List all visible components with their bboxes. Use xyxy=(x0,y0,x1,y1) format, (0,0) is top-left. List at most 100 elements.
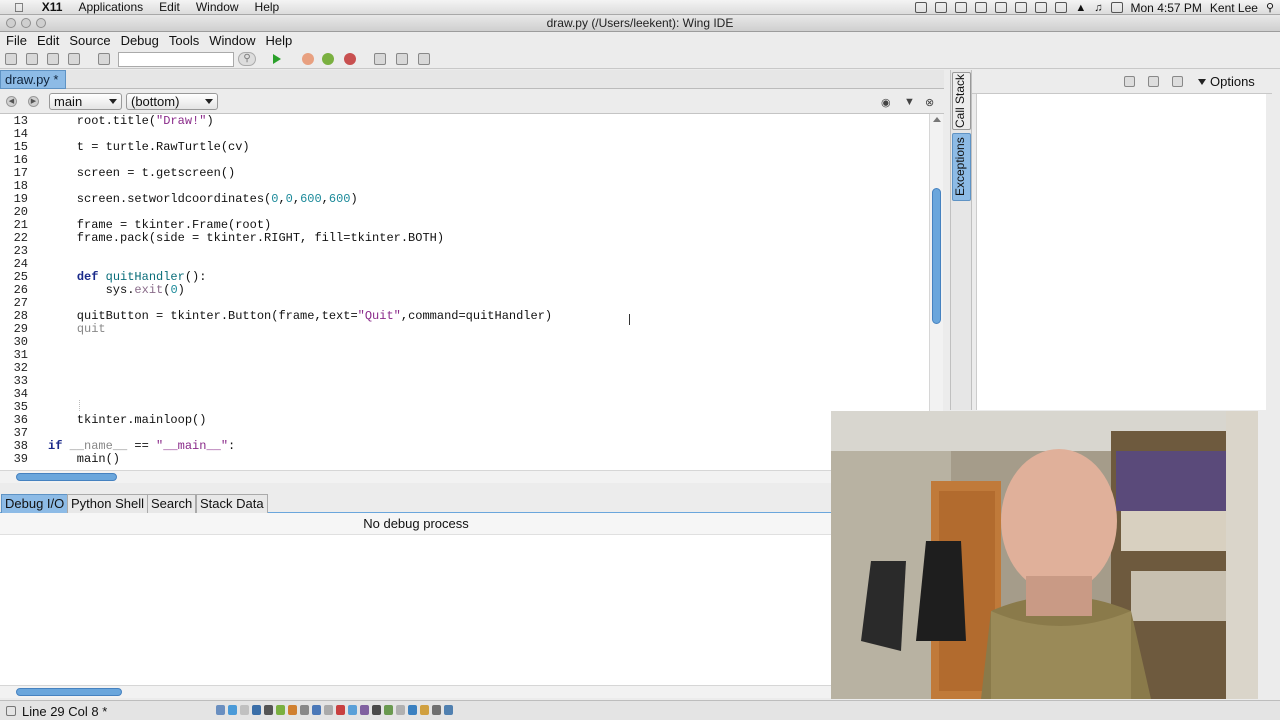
scroll-thumb[interactable] xyxy=(16,688,122,696)
apple-icon[interactable]:  xyxy=(0,0,34,15)
screen-share-icon[interactable] xyxy=(935,2,948,13)
code-line[interactable]: main() xyxy=(48,453,120,466)
tab-draw-py[interactable]: draw.py * xyxy=(0,70,66,89)
options-button[interactable]: Options xyxy=(1198,74,1255,89)
dock-app-icon[interactable] xyxy=(432,705,441,715)
tab-exceptions[interactable]: Exceptions xyxy=(952,133,971,201)
dock-app-icon[interactable] xyxy=(336,705,345,715)
mac-menu-window[interactable]: Window xyxy=(188,0,247,15)
battery-icon[interactable] xyxy=(1110,2,1123,13)
dock-app-icon[interactable] xyxy=(360,705,369,715)
step-over-icon[interactable] xyxy=(396,53,408,65)
code-line[interactable]: frame.pack(side = tkinter.RIGHT, fill=tk… xyxy=(48,232,444,245)
record-icon[interactable] xyxy=(344,53,356,65)
window-titlebar: draw.py (/Users/leekent): Wing IDE xyxy=(0,15,1280,32)
mac-menu-help[interactable]: Help xyxy=(247,0,288,15)
time-machine-icon[interactable] xyxy=(1055,2,1068,13)
dock-app-icon[interactable] xyxy=(420,705,429,715)
code-editor[interactable]: 13 14 15 16 17 18 19 20 21 22 23 24 25 26 27 28 29 30 31 32… xyxy=(0,114,929,470)
code-line[interactable]: screen = t.getscreen() xyxy=(48,167,235,180)
camera-icon[interactable] xyxy=(915,2,928,13)
search-icon[interactable]: ⚲ xyxy=(238,52,256,66)
compass-icon[interactable] xyxy=(995,2,1008,13)
tab-call-stack[interactable]: Call Stack xyxy=(952,72,971,130)
menu-edit[interactable]: Edit xyxy=(31,32,63,49)
scroll-up-icon[interactable] xyxy=(933,117,941,122)
dock-app-icon[interactable] xyxy=(240,705,249,715)
new-file-icon[interactable] xyxy=(5,53,17,65)
dock-app-icon[interactable] xyxy=(444,705,453,715)
code-line[interactable]: quit xyxy=(48,323,106,336)
scope-select[interactable]: main xyxy=(49,93,122,110)
toolbar-search-input[interactable] xyxy=(118,52,234,67)
dock-app-icon[interactable] xyxy=(264,705,273,715)
menubar-clock[interactable]: Mon 4:57 PM xyxy=(1131,1,1202,15)
status-text: Line 29 Col 8 * xyxy=(22,704,108,719)
code-line[interactable]: root.title("Draw!") xyxy=(48,115,214,128)
close-editor-icon[interactable]: ⊗ xyxy=(925,96,934,109)
stop-icon[interactable] xyxy=(1148,76,1159,87)
pin-icon[interactable] xyxy=(1124,76,1135,87)
menu-tools[interactable]: Tools xyxy=(163,32,203,49)
position-select[interactable]: (bottom) xyxy=(126,93,218,110)
dock-app-icon[interactable] xyxy=(312,705,321,715)
options-dropdown-icon[interactable]: ▼ xyxy=(904,96,915,108)
dock-app-icon[interactable] xyxy=(276,705,285,715)
run-icon[interactable] xyxy=(273,54,281,64)
code-line[interactable]: tkinter.mainloop() xyxy=(48,414,207,427)
dock-app-icon[interactable] xyxy=(408,705,417,715)
mac-menu-edit[interactable]: Edit xyxy=(151,0,188,15)
tab-search[interactable]: Search xyxy=(147,494,197,513)
scroll-thumb[interactable] xyxy=(16,473,117,481)
dock-app-icon[interactable] xyxy=(384,705,393,715)
webcam-image xyxy=(831,411,1258,699)
code-line[interactable]: quitButton = tkinter.Button(frame,text="… xyxy=(48,310,552,323)
save-all-icon[interactable] xyxy=(68,53,80,65)
dock-app-icon[interactable] xyxy=(288,705,297,715)
tab-stack-data[interactable]: Stack Data xyxy=(196,494,268,513)
mac-app-name[interactable]: X11 xyxy=(34,0,71,15)
tab-debug-io[interactable]: Debug I/O xyxy=(1,494,69,513)
dock-app-icon[interactable] xyxy=(396,705,405,715)
close-box-icon[interactable] xyxy=(975,2,988,13)
dock-app-icon[interactable] xyxy=(252,705,261,715)
step-out-icon[interactable] xyxy=(418,53,430,65)
step-into-icon[interactable] xyxy=(374,53,386,65)
volume-icon[interactable]: ♫ xyxy=(1094,2,1102,14)
forward-arrow-icon[interactable]: ▶ xyxy=(28,96,39,107)
menu-window[interactable]: Window xyxy=(203,32,259,49)
code-line[interactable]: screen.setworldcoordinates(0,0,600,600) xyxy=(48,193,358,206)
back-arrow-icon[interactable]: ◀ xyxy=(6,96,17,107)
code-line[interactable]: t = turtle.RawTurtle(cv) xyxy=(48,141,250,154)
tab-python-shell[interactable]: Python Shell xyxy=(67,494,148,513)
menu-debug[interactable]: Debug xyxy=(115,32,163,49)
mac-menu-applications[interactable]: Applications xyxy=(70,0,151,15)
wifi-icon[interactable]: ▲ xyxy=(1075,2,1086,14)
menu-source[interactable]: Source xyxy=(63,32,114,49)
dock-app-icon[interactable] xyxy=(300,705,309,715)
dock-app-icon[interactable] xyxy=(216,705,225,715)
open-file-icon[interactable] xyxy=(26,53,38,65)
save-icon[interactable] xyxy=(47,53,59,65)
editor-horizontal-scrollbar[interactable] xyxy=(0,470,944,483)
debug-io-area[interactable]: No debug process xyxy=(0,513,832,685)
sync-icon[interactable] xyxy=(955,2,968,13)
print-icon[interactable] xyxy=(98,53,110,65)
menubar-user[interactable]: Kent Lee xyxy=(1210,1,1258,15)
dock-app-icon[interactable] xyxy=(348,705,357,715)
stop-hand-icon[interactable] xyxy=(302,53,314,65)
dock-app-icon[interactable] xyxy=(372,705,381,715)
menu-file[interactable]: File xyxy=(0,32,31,49)
bug-icon[interactable] xyxy=(322,53,334,65)
dock-app-icon[interactable] xyxy=(228,705,237,715)
refresh-icon[interactable] xyxy=(1035,2,1048,13)
lock-icon[interactable] xyxy=(1015,2,1028,13)
code-line[interactable]: sys.exit(0) xyxy=(48,284,185,297)
spotlight-search-icon[interactable]: ⚲ xyxy=(1266,1,1274,14)
debug-horizontal-scrollbar[interactable] xyxy=(0,685,832,698)
dock-app-icon[interactable] xyxy=(324,705,333,715)
split-view-icon[interactable]: ◉ xyxy=(881,96,891,109)
scroll-thumb[interactable] xyxy=(932,188,941,324)
clear-icon[interactable] xyxy=(1172,76,1183,87)
menu-help[interactable]: Help xyxy=(259,32,296,49)
